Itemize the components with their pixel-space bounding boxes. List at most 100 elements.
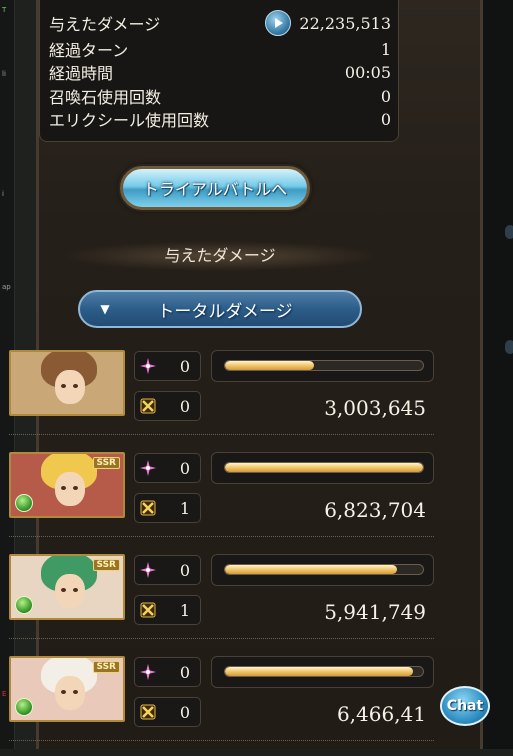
gold-count: 0 (179, 396, 190, 416)
gold-count: 0 (179, 702, 190, 722)
character-row: SSR 0 1 6,823,704 (9, 452, 434, 552)
pink-stat-chip: 0 (134, 555, 201, 585)
damage-label: 与えたダメージ (49, 15, 161, 34)
damage-bar-frame (211, 350, 434, 382)
pink-count: 0 (179, 560, 190, 580)
pink-count: 0 (179, 356, 190, 376)
right-sidebar-strip (483, 0, 513, 749)
portrait-eye (73, 384, 78, 388)
chat-button[interactable]: Chat (440, 686, 490, 726)
wind-element-icon (15, 596, 33, 614)
damage-bar-fill (225, 463, 423, 472)
pink-count: 0 (179, 662, 190, 682)
damage-bar-track (224, 360, 424, 371)
damage-bar-track (224, 666, 424, 677)
ssr-badge: SSR (92, 457, 120, 469)
gold-cross-icon (135, 703, 161, 721)
blonde-portrait[interactable]: SSR (9, 452, 125, 518)
character-damage: 6,466,41 (336, 702, 426, 726)
character-damage: 6,823,704 (324, 498, 426, 522)
turns-value: 1 (380, 39, 391, 59)
summon-row: 召喚石使用回数 0 (49, 85, 391, 108)
damage-bar-track (224, 564, 424, 575)
pink-stat-chip: 0 (134, 657, 201, 687)
time-label: 経過時間 (49, 64, 114, 83)
summon-value: 0 (380, 86, 391, 106)
summon-label: 召喚石使用回数 (49, 88, 162, 107)
gold-cross-icon (135, 499, 161, 517)
gold-stat-chip: 1 (134, 595, 201, 625)
scroll-nub[interactable] (505, 340, 513, 354)
pink-sparkle-icon (135, 358, 161, 374)
damage-bar-track (224, 462, 424, 473)
portrait-face (55, 472, 85, 506)
damage-bar-frame (211, 554, 434, 586)
portrait-eye (73, 588, 78, 592)
character-row: SSR 0 0 6,466,41 (9, 656, 434, 756)
pink-stat-chip: 0 (134, 453, 201, 483)
damage-bar-fill (225, 565, 398, 574)
row-divider (9, 638, 434, 639)
section-title: 与えたダメージ (60, 241, 380, 271)
gold-count: 1 (179, 600, 190, 620)
damage-value: 22,235,513 (299, 13, 391, 33)
green-hair-portrait[interactable]: SSR (9, 554, 125, 620)
gold-count: 1 (179, 498, 190, 518)
row-divider (9, 536, 434, 537)
damage-type-dropdown[interactable]: ▼ トータルダメージ (78, 290, 362, 328)
elixir-value: 0 (380, 109, 391, 129)
portrait-face (55, 574, 85, 608)
gold-cross-icon (135, 397, 161, 415)
pink-sparkle-icon (135, 562, 161, 578)
elixir-label: エリクシール使用回数 (49, 111, 210, 130)
portrait-eye (61, 486, 66, 490)
pink-count: 0 (179, 458, 190, 478)
pink-sparkle-icon (135, 664, 161, 680)
trial-battle-button[interactable]: トライアルバトルへ (120, 166, 310, 210)
portrait-eye (73, 690, 78, 694)
character-damage: 5,941,749 (324, 600, 426, 624)
sidebar-marker: E (2, 690, 7, 698)
portrait-face (55, 676, 85, 710)
damage-bar-frame (211, 656, 434, 688)
turns-label: 経過ターン (49, 41, 129, 60)
damage-bar-frame (211, 452, 434, 484)
damage-row: 与えたダメージ 22,235,513 (49, 10, 391, 36)
sidebar-marker: T (2, 6, 7, 14)
duo-portrait[interactable] (9, 350, 125, 416)
battle-summary-box: 与えたダメージ 22,235,513 経過ターン 1 経過時間 00:05 召喚… (39, 0, 399, 142)
character-damage: 3,003,645 (324, 396, 426, 420)
elixir-row: エリクシール使用回数 0 (49, 108, 391, 131)
portrait-eye (61, 384, 66, 388)
portrait-eye (61, 588, 66, 592)
ssr-badge: SSR (92, 559, 120, 571)
turns-row: 経過ターン 1 (49, 38, 391, 61)
white-hair-portrait[interactable]: SSR (9, 656, 125, 722)
pink-stat-chip: 0 (134, 351, 201, 381)
damage-bar-fill (225, 667, 414, 676)
damage-bar-fill (225, 361, 315, 370)
row-divider (9, 740, 434, 741)
play-icon[interactable] (265, 10, 292, 36)
portrait-face (55, 370, 85, 404)
sidebar-marker: ap (2, 283, 11, 291)
character-row: SSR 0 1 5,941,749 (9, 554, 434, 654)
gold-stat-chip: 0 (134, 697, 201, 727)
pink-sparkle-icon (135, 460, 161, 476)
gold-cross-icon (135, 601, 161, 619)
time-value: 00:05 (344, 62, 391, 82)
character-row: 0 0 3,003,645 (9, 350, 434, 450)
wind-element-icon (15, 494, 33, 512)
wind-element-icon (15, 698, 33, 716)
time-row: 経過時間 00:05 (49, 61, 391, 84)
sidebar-marker: li (2, 70, 6, 78)
dropdown-selected-label: トータルダメージ (157, 301, 293, 322)
ssr-badge: SSR (92, 661, 120, 673)
scroll-nub[interactable] (505, 225, 513, 239)
portrait-eye (73, 486, 78, 490)
gold-stat-chip: 0 (134, 391, 201, 421)
row-divider (9, 434, 434, 435)
portrait-eye (61, 690, 66, 694)
sidebar-marker: i (2, 190, 4, 198)
gold-stat-chip: 1 (134, 493, 201, 523)
